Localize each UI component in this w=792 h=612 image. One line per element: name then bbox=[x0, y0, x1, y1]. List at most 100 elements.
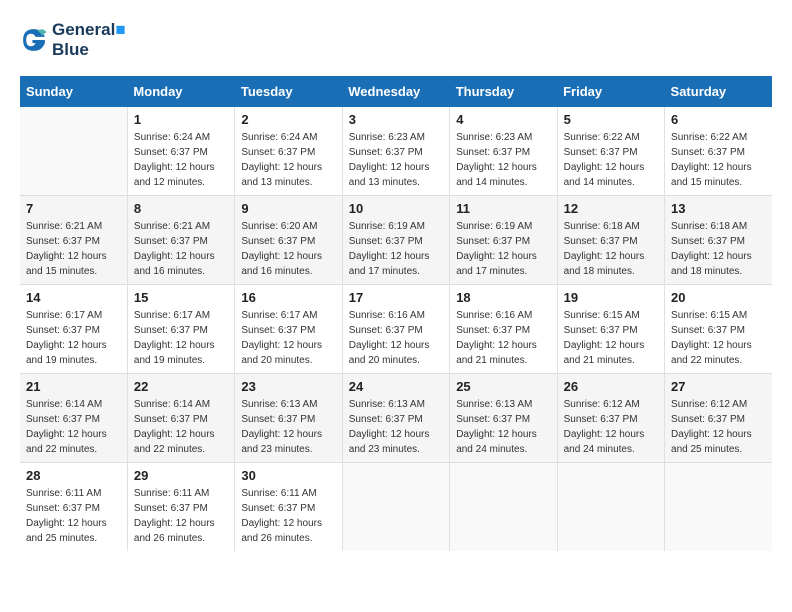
day-number: 1 bbox=[134, 112, 228, 127]
day-info: Sunrise: 6:13 AMSunset: 6:37 PMDaylight:… bbox=[241, 397, 335, 457]
calendar-cell: 27 Sunrise: 6:12 AMSunset: 6:37 PMDayligh… bbox=[665, 374, 772, 463]
calendar-cell: 26Sunrise: 6:12 AMSunset: 6:37 PMDayligh… bbox=[557, 374, 664, 463]
calendar-cell: 17 Sunrise: 6:16 AMSunset: 6:37 PMDayligh… bbox=[342, 285, 449, 374]
day-number: 18 bbox=[456, 290, 550, 305]
calendar-cell: 25 Sunrise: 6:13 AMSunset: 6:37 PMDayligh… bbox=[450, 374, 557, 463]
calendar-cell: 1 Sunrise: 6:24 AMSunset: 6:37 PMDaylight… bbox=[127, 107, 234, 196]
day-number: 23 bbox=[241, 379, 335, 394]
calendar-cell: 10 Sunrise: 6:19 AMSunset: 6:37 PMDayligh… bbox=[342, 196, 449, 285]
calendar-cell: 30 Sunrise: 6:11 AMSunset: 6:37 PMDayligh… bbox=[235, 463, 342, 552]
day-number: 21 bbox=[26, 379, 121, 394]
week-row-4: 21 Sunrise: 6:14 AMSunset: 6:37 PMDayligh… bbox=[20, 374, 772, 463]
calendar-cell: 15 Sunrise: 6:17 AMSunset: 6:37 PMDayligh… bbox=[127, 285, 234, 374]
calendar-cell: 18Sunrise: 6:16 AMSunset: 6:37 PMDayligh… bbox=[450, 285, 557, 374]
day-number: 30 bbox=[241, 468, 335, 483]
day-info: Sunrise: 6:16 AMSunset: 6:37 PMDaylight:… bbox=[349, 308, 443, 368]
day-info: Sunrise: 6:19 AMSunset: 6:37 PMDaylight:… bbox=[349, 219, 443, 279]
week-row-2: 7 Sunrise: 6:21 AMSunset: 6:37 PMDaylight… bbox=[20, 196, 772, 285]
calendar-cell bbox=[20, 107, 127, 196]
day-info: Sunrise: 6:12 AMSunset: 6:37 PMDaylight:… bbox=[564, 397, 658, 457]
calendar-cell: 9Sunrise: 6:20 AMSunset: 6:37 PMDaylight… bbox=[235, 196, 342, 285]
day-header-friday: Friday bbox=[557, 76, 664, 107]
calendar-cell: 8 Sunrise: 6:21 AMSunset: 6:37 PMDaylight… bbox=[127, 196, 234, 285]
week-row-5: 28 Sunrise: 6:11 AMSunset: 6:37 PMDayligh… bbox=[20, 463, 772, 552]
calendar-cell: 7 Sunrise: 6:21 AMSunset: 6:37 PMDaylight… bbox=[20, 196, 127, 285]
day-number: 15 bbox=[134, 290, 228, 305]
calendar-cell: 19Sunrise: 6:15 AMSunset: 6:37 PMDayligh… bbox=[557, 285, 664, 374]
day-number: 13 bbox=[671, 201, 766, 216]
day-number: 7 bbox=[26, 201, 121, 216]
logo-text: General■ Blue bbox=[52, 20, 126, 60]
day-info: Sunrise: 6:12 AMSunset: 6:37 PMDaylight:… bbox=[671, 397, 766, 457]
day-info: Sunrise: 6:20 AMSunset: 6:37 PMDaylight:… bbox=[241, 219, 335, 279]
calendar-table: SundayMondayTuesdayWednesdayThursdayFrid… bbox=[20, 76, 772, 551]
day-info: Sunrise: 6:21 AMSunset: 6:37 PMDaylight:… bbox=[134, 219, 228, 279]
calendar-cell: 4 Sunrise: 6:23 AMSunset: 6:37 PMDaylight… bbox=[450, 107, 557, 196]
day-header-thursday: Thursday bbox=[450, 76, 557, 107]
logo-icon bbox=[20, 26, 48, 54]
day-number: 24 bbox=[349, 379, 443, 394]
day-info: Sunrise: 6:18 AMSunset: 6:37 PMDaylight:… bbox=[671, 219, 766, 279]
day-info: Sunrise: 6:13 AMSunset: 6:37 PMDaylight:… bbox=[456, 397, 550, 457]
day-number: 10 bbox=[349, 201, 443, 216]
day-info: Sunrise: 6:13 AMSunset: 6:37 PMDaylight:… bbox=[349, 397, 443, 457]
calendar-cell: 21 Sunrise: 6:14 AMSunset: 6:37 PMDayligh… bbox=[20, 374, 127, 463]
calendar-cell bbox=[342, 463, 449, 552]
day-info: Sunrise: 6:17 AMSunset: 6:37 PMDaylight:… bbox=[241, 308, 335, 368]
day-info: Sunrise: 6:23 AMSunset: 6:37 PMDaylight:… bbox=[349, 130, 443, 190]
calendar-cell: 16 Sunrise: 6:17 AMSunset: 6:37 PMDayligh… bbox=[235, 285, 342, 374]
day-number: 27 bbox=[671, 379, 766, 394]
day-info: Sunrise: 6:11 AMSunset: 6:37 PMDaylight:… bbox=[241, 486, 335, 546]
day-number: 25 bbox=[456, 379, 550, 394]
calendar-cell: 12 Sunrise: 6:18 AMSunset: 6:37 PMDayligh… bbox=[557, 196, 664, 285]
day-number: 5 bbox=[564, 112, 658, 127]
calendar-cell: 29 Sunrise: 6:11 AMSunset: 6:37 PMDayligh… bbox=[127, 463, 234, 552]
page-header: General■ Blue bbox=[20, 20, 772, 60]
day-header-wednesday: Wednesday bbox=[342, 76, 449, 107]
day-number: 20 bbox=[671, 290, 766, 305]
day-number: 4 bbox=[456, 112, 550, 127]
day-number: 16 bbox=[241, 290, 335, 305]
calendar-cell: 11 Sunrise: 6:19 AMSunset: 6:37 PMDayligh… bbox=[450, 196, 557, 285]
day-info: Sunrise: 6:15 AMSunset: 6:37 PMDaylight:… bbox=[671, 308, 766, 368]
calendar-cell: 2 Sunrise: 6:24 AMSunset: 6:37 PMDaylight… bbox=[235, 107, 342, 196]
day-number: 8 bbox=[134, 201, 228, 216]
day-info: Sunrise: 6:21 AMSunset: 6:37 PMDaylight:… bbox=[26, 219, 121, 279]
day-info: Sunrise: 6:11 AMSunset: 6:37 PMDaylight:… bbox=[134, 486, 228, 546]
day-number: 17 bbox=[349, 290, 443, 305]
calendar-cell: 28 Sunrise: 6:11 AMSunset: 6:37 PMDayligh… bbox=[20, 463, 127, 552]
day-number: 11 bbox=[456, 201, 550, 216]
calendar-cell: 22 Sunrise: 6:14 AMSunset: 6:37 PMDayligh… bbox=[127, 374, 234, 463]
calendar-cell: 24 Sunrise: 6:13 AMSunset: 6:37 PMDayligh… bbox=[342, 374, 449, 463]
calendar-cell bbox=[450, 463, 557, 552]
day-info: Sunrise: 6:17 AMSunset: 6:37 PMDaylight:… bbox=[134, 308, 228, 368]
day-info: Sunrise: 6:18 AMSunset: 6:37 PMDaylight:… bbox=[564, 219, 658, 279]
calendar-header-row: SundayMondayTuesdayWednesdayThursdayFrid… bbox=[20, 76, 772, 107]
day-info: Sunrise: 6:19 AMSunset: 6:37 PMDaylight:… bbox=[456, 219, 550, 279]
day-number: 3 bbox=[349, 112, 443, 127]
day-info: Sunrise: 6:17 AMSunset: 6:37 PMDaylight:… bbox=[26, 308, 121, 368]
day-info: Sunrise: 6:11 AMSunset: 6:37 PMDaylight:… bbox=[26, 486, 121, 546]
day-info: Sunrise: 6:14 AMSunset: 6:37 PMDaylight:… bbox=[134, 397, 228, 457]
day-number: 29 bbox=[134, 468, 228, 483]
day-number: 12 bbox=[564, 201, 658, 216]
day-number: 14 bbox=[26, 290, 121, 305]
day-number: 22 bbox=[134, 379, 228, 394]
day-info: Sunrise: 6:14 AMSunset: 6:37 PMDaylight:… bbox=[26, 397, 121, 457]
calendar-cell bbox=[665, 463, 772, 552]
day-header-sunday: Sunday bbox=[20, 76, 127, 107]
day-info: Sunrise: 6:24 AMSunset: 6:37 PMDaylight:… bbox=[134, 130, 228, 190]
day-header-tuesday: Tuesday bbox=[235, 76, 342, 107]
day-info: Sunrise: 6:23 AMSunset: 6:37 PMDaylight:… bbox=[456, 130, 550, 190]
calendar-cell: 23 Sunrise: 6:13 AMSunset: 6:37 PMDayligh… bbox=[235, 374, 342, 463]
calendar-cell: 3 Sunrise: 6:23 AMSunset: 6:37 PMDaylight… bbox=[342, 107, 449, 196]
day-number: 28 bbox=[26, 468, 121, 483]
day-number: 2 bbox=[241, 112, 335, 127]
day-info: Sunrise: 6:22 AMSunset: 6:37 PMDaylight:… bbox=[671, 130, 766, 190]
week-row-3: 14 Sunrise: 6:17 AMSunset: 6:37 PMDayligh… bbox=[20, 285, 772, 374]
week-row-1: 1 Sunrise: 6:24 AMSunset: 6:37 PMDaylight… bbox=[20, 107, 772, 196]
calendar-cell: 6Sunrise: 6:22 AMSunset: 6:37 PMDaylight… bbox=[665, 107, 772, 196]
calendar-cell bbox=[557, 463, 664, 552]
logo: General■ Blue bbox=[20, 20, 126, 60]
day-info: Sunrise: 6:24 AMSunset: 6:37 PMDaylight:… bbox=[241, 130, 335, 190]
